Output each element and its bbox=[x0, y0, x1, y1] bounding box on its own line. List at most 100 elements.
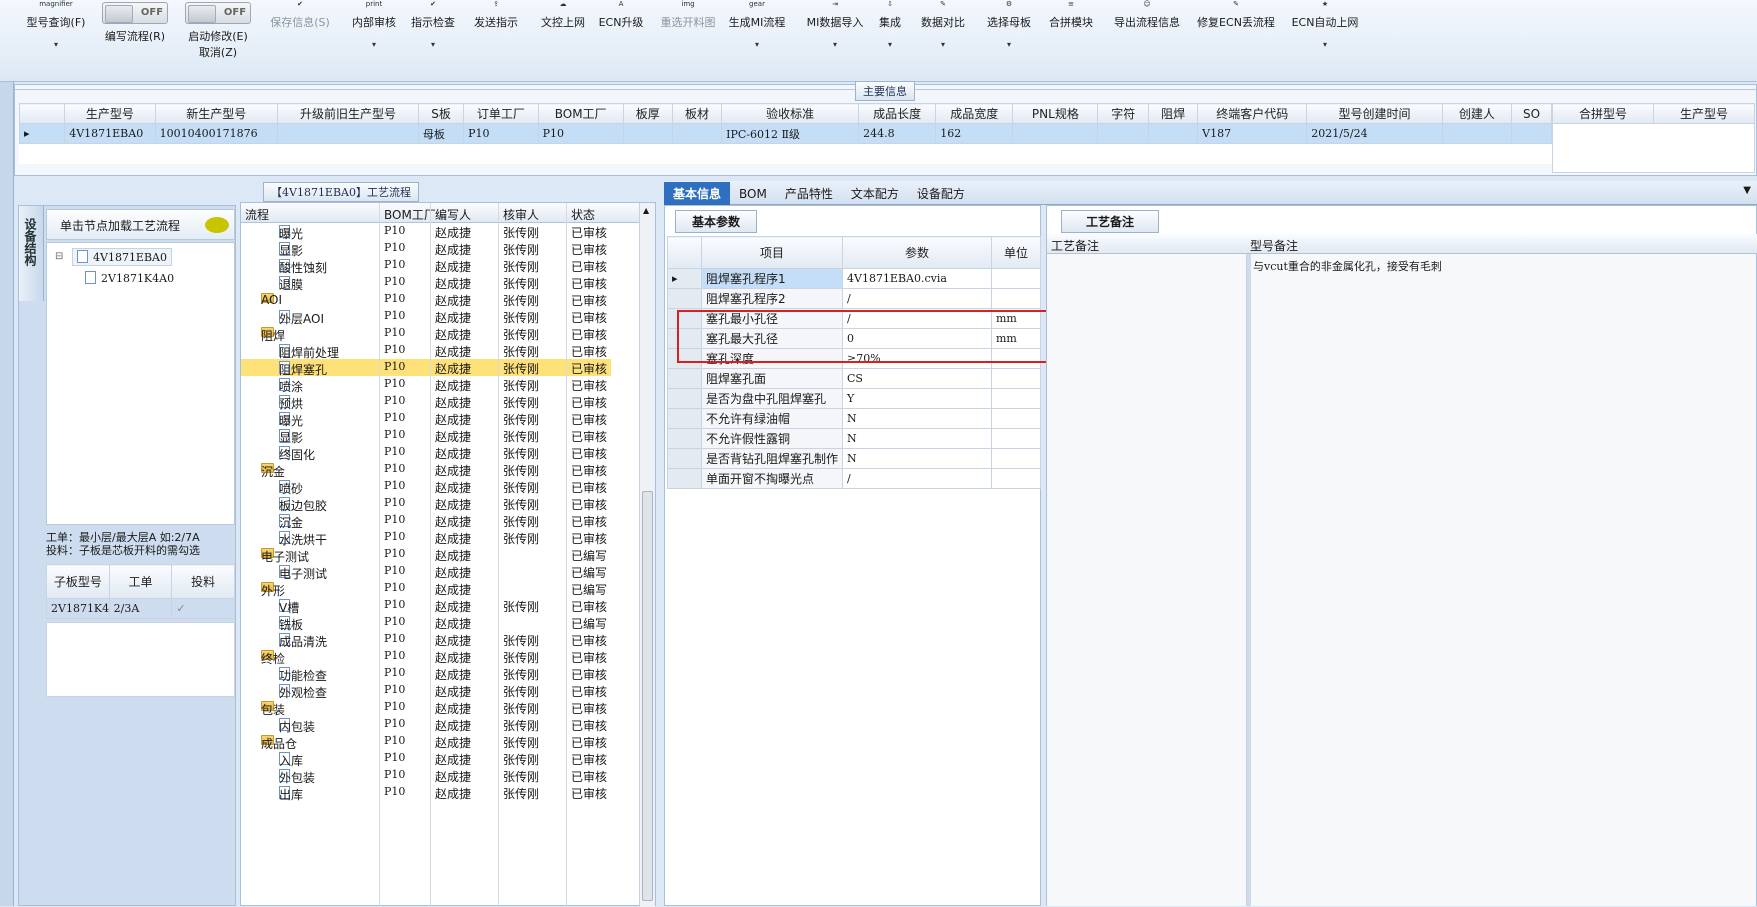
param-param[interactable]: / bbox=[842, 288, 992, 309]
flow-tree[interactable]: 曝光 P10 赵成捷 张传刚 已审核 显影 P10 赵成捷 张传刚 已审核 酸性蚀刻 P10 赵成捷 张传… bbox=[241, 223, 639, 907]
main-col-header[interactable]: 升级前旧生产型号 bbox=[276, 103, 419, 124]
flow-col-header[interactable]: 状态 bbox=[571, 206, 595, 223]
toggle-switch[interactable]: OFF bbox=[102, 2, 168, 24]
main-cell[interactable]: V187 bbox=[1197, 123, 1308, 144]
param-item[interactable]: 是否背钻孔阻焊塞孔制作 bbox=[701, 448, 843, 469]
flow-row[interactable]: 退膜 P10 赵成捷 张传刚 已审核 bbox=[241, 274, 611, 292]
flow-row[interactable]: 成品清洗 P10 赵成捷 张传刚 已审核 bbox=[241, 631, 611, 649]
checkbox-icon[interactable]: ✓ bbox=[171, 598, 235, 619]
main-col-header[interactable]: PNL规格 bbox=[1012, 103, 1099, 124]
flow-row[interactable]: ⊟沉金P10赵成捷张传刚已审核 bbox=[241, 461, 611, 479]
flow-col-header[interactable]: 编写人 bbox=[435, 206, 471, 223]
tab-menu-icon[interactable]: ▼ bbox=[1743, 185, 1751, 196]
structure-tree[interactable]: ⊟ 4V1871EBA0 2V1871K4A0 bbox=[46, 242, 235, 525]
toolbar-btn-0[interactable]: magnifier 型号查询(F) ▾ bbox=[11, 0, 101, 52]
param-param[interactable]: / bbox=[842, 468, 992, 489]
model-remark-area[interactable]: 与vcut重合的非金属化孔，接受有毛刺 bbox=[1251, 254, 1756, 906]
main-cell[interactable] bbox=[1147, 123, 1199, 144]
main-col-header[interactable]: 创建人 bbox=[1441, 103, 1513, 124]
param-item[interactable]: 阻焊塞孔程序1 bbox=[701, 268, 843, 289]
flow-row[interactable]: 板边包胶 P10 赵成捷 张传刚 已审核 bbox=[241, 495, 611, 513]
scroll-up-icon[interactable]: ▲ bbox=[643, 206, 649, 215]
merge-col-header[interactable]: 合拼型号 bbox=[1552, 103, 1654, 124]
tab-3[interactable]: 文本配方 bbox=[842, 182, 908, 205]
sub-col-header[interactable]: 工单 bbox=[108, 564, 173, 599]
flow-scrollbar[interactable]: ▲ bbox=[639, 203, 655, 907]
flow-row[interactable]: 喷涂 P10 赵成捷 张传刚 已审核 bbox=[241, 376, 611, 394]
flow-row[interactable]: 沉金 P10 赵成捷 张传刚 已审核 bbox=[241, 512, 611, 530]
main-cell[interactable]: 4V1871EBA0 bbox=[64, 123, 156, 144]
param-unit[interactable] bbox=[991, 408, 1041, 429]
flow-row[interactable]: 外层AOI P10 赵成捷 张传刚 已审核 bbox=[241, 308, 611, 326]
flow-row[interactable]: ⊟外形P10赵成捷已编写 bbox=[241, 580, 611, 598]
main-cell[interactable] bbox=[1511, 123, 1552, 144]
merge-col-header[interactable]: 生产型号 bbox=[1653, 103, 1755, 124]
main-col-header[interactable]: 板厚 bbox=[622, 103, 673, 124]
tab-2[interactable]: 产品特性 bbox=[776, 182, 842, 205]
chevron-down-icon[interactable]: ▾ bbox=[1280, 38, 1370, 52]
param-item[interactable]: 阻焊塞孔程序2 bbox=[701, 288, 843, 309]
param-item[interactable]: 单面开窗不掏曝光点 bbox=[701, 468, 843, 489]
main-col-header[interactable]: 型号创建时间 bbox=[1306, 103, 1443, 124]
main-cell[interactable]: IPC-6012 Ⅱ级 bbox=[721, 123, 860, 144]
main-cell[interactable]: P10 bbox=[463, 123, 539, 144]
param-param[interactable]: 4V1871EBA0.cvia bbox=[842, 268, 992, 289]
sub-board-table[interactable]: 子板型号工单投料 2V1871K4A02/3A✓ bbox=[46, 564, 235, 619]
chevron-down-icon[interactable]: ▾ bbox=[11, 38, 101, 52]
flow-row[interactable]: ⊟包装P10赵成捷张传刚已审核 bbox=[241, 699, 611, 717]
tab-1[interactable]: BOM bbox=[730, 184, 776, 204]
param-col-header[interactable]: 单位 bbox=[991, 236, 1041, 269]
flow-row[interactable]: 出库 P10 赵成捷 张传刚 已审核 bbox=[241, 784, 611, 802]
row-selector[interactable] bbox=[667, 408, 702, 429]
main-col-header[interactable]: 字符 bbox=[1097, 103, 1149, 124]
chevron-down-icon[interactable]: ▾ bbox=[388, 38, 478, 52]
tab-process-remarks[interactable]: 工艺备注 bbox=[1061, 210, 1160, 233]
tab-device-structure[interactable]: 设备结构 bbox=[19, 206, 44, 301]
toolbar-btn-16[interactable]: ☺ 导出流程信息 bbox=[1102, 0, 1192, 30]
flow-row[interactable]: 显影 P10 赵成捷 张传刚 已审核 bbox=[241, 427, 611, 445]
flow-row[interactable]: ⊟终检P10赵成捷张传刚已审核 bbox=[241, 648, 611, 666]
param-param[interactable]: N bbox=[842, 408, 992, 429]
main-col-header[interactable]: 成品长度 bbox=[858, 103, 937, 124]
flow-row[interactable]: 显影 P10 赵成捷 张传刚 已审核 bbox=[241, 240, 611, 258]
merge-table[interactable]: 合拼型号 生产型号 bbox=[1552, 103, 1755, 124]
flow-row[interactable]: 喷砂 P10 赵成捷 张传刚 已审核 bbox=[241, 478, 611, 496]
flow-row[interactable]: 曝光 P10 赵成捷 张传刚 已审核 bbox=[241, 410, 611, 428]
param-item[interactable]: 不允许假性露铜 bbox=[701, 428, 843, 449]
param-row[interactable]: 是否背钻孔阻焊塞孔制作 N bbox=[667, 448, 1041, 469]
param-unit[interactable] bbox=[991, 428, 1041, 449]
main-col-header[interactable]: 新生产型号 bbox=[154, 103, 278, 124]
scroll-thumb[interactable] bbox=[642, 491, 653, 901]
main-col-header[interactable]: 终端客户代码 bbox=[1197, 103, 1308, 124]
tree-node-root[interactable]: 4V1871EBA0 bbox=[72, 248, 172, 266]
tab-4[interactable]: 设备配方 bbox=[908, 182, 974, 205]
main-col-header[interactable]: S板 bbox=[417, 103, 465, 124]
subtab-basic-params[interactable]: 基本参数 bbox=[675, 210, 758, 233]
flow-row[interactable]: V槽 P10 赵成捷 张传刚 已审核 bbox=[241, 597, 611, 615]
flow-row[interactable]: 阻焊塞孔 P10 赵成捷 张传刚 已审核 bbox=[241, 359, 611, 377]
main-col-header[interactable]: 阻焊 bbox=[1147, 103, 1199, 124]
main-col-header[interactable]: 订单工厂 bbox=[463, 103, 539, 124]
main-col-header[interactable]: 生产型号 bbox=[64, 103, 156, 124]
flow-col-header[interactable]: 流程 bbox=[245, 206, 269, 223]
main-cell[interactable] bbox=[1441, 123, 1513, 144]
param-row[interactable]: 是否为盘中孔阻焊塞孔 Y bbox=[667, 388, 1041, 409]
param-col-header[interactable]: 项目 bbox=[701, 236, 843, 269]
param-unit[interactable] bbox=[991, 388, 1041, 409]
flow-row[interactable]: 外观检查 P10 赵成捷 张传刚 已审核 bbox=[241, 682, 611, 700]
flow-row[interactable]: 酸性蚀刻 P10 赵成捷 张传刚 已审核 bbox=[241, 257, 611, 275]
param-row[interactable]: 不允许假性露铜 N bbox=[667, 428, 1041, 449]
main-cell[interactable]: 244.8 bbox=[858, 123, 937, 144]
flow-row[interactable]: ⊟AOIP10赵成捷张传刚已审核 bbox=[241, 291, 611, 308]
flow-row[interactable]: 内包装 P10 赵成捷 张传刚 已审核 bbox=[241, 716, 611, 734]
row-selector-header[interactable] bbox=[667, 236, 702, 269]
param-row[interactable]: ▸ 阻焊塞孔程序1 4V1871EBA0.cvia bbox=[667, 268, 1041, 289]
row-selector[interactable] bbox=[667, 428, 702, 449]
main-cell[interactable] bbox=[276, 123, 419, 144]
row-selector-header[interactable] bbox=[18, 103, 66, 124]
main-cell[interactable]: P10 bbox=[537, 123, 624, 144]
row-selector[interactable] bbox=[667, 468, 702, 489]
main-col-header[interactable]: 验收标准 bbox=[721, 103, 860, 124]
flow-row[interactable]: 功能检查 P10 赵成捷 张传刚 已审核 bbox=[241, 665, 611, 683]
main-col-header[interactable]: SO bbox=[1511, 103, 1552, 124]
